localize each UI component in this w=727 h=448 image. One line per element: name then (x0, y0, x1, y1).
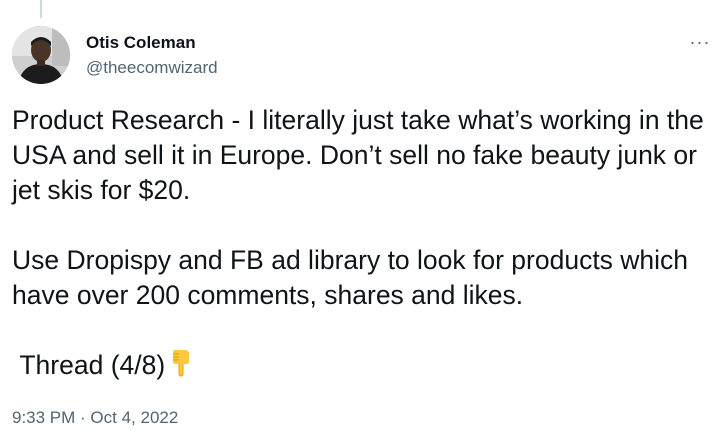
avatar[interactable] (12, 26, 70, 84)
tweet-paragraph: Product Research - I literally just take… (12, 105, 712, 205)
tweet-card: Otis Coleman @theecomwizard ··· Product … (0, 0, 727, 448)
tweet-header: Otis Coleman @theecomwizard ··· (12, 26, 715, 86)
author-handle[interactable]: @theecomwizard (86, 57, 218, 79)
tweet-timestamp[interactable]: 9:33 PM · Oct 4, 2022 (12, 407, 178, 429)
author-display-name[interactable]: Otis Coleman (86, 32, 218, 54)
author-names: Otis Coleman @theecomwizard (86, 32, 218, 79)
thread-counter-text: Thread (4/8) (12, 350, 166, 380)
avatar-image (12, 26, 70, 84)
more-options-icon[interactable]: ··· (685, 32, 715, 52)
tweet-paragraph: Use Dropispy and FB ad library to look f… (12, 245, 696, 310)
thread-connector-line (40, 0, 42, 18)
tweet-paragraph-thread: Thread (4/8) (12, 348, 712, 383)
tweet-text: Product Research - I literally just take… (12, 103, 712, 383)
backhand-index-pointing-down-emoji-icon (173, 350, 190, 377)
